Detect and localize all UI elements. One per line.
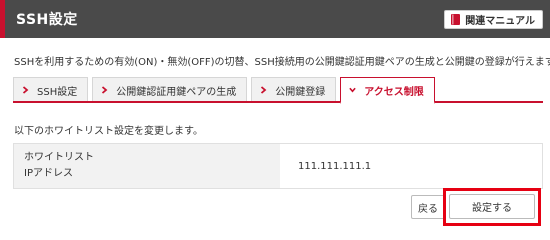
whitelist-label-line1: ホワイトリスト [24, 152, 94, 163]
whitelist-value-cell: 111.111.111.1 [280, 144, 542, 188]
page-header: SSH設定 関連マニュアル [0, 0, 550, 38]
back-button[interactable]: 戻る [411, 195, 445, 219]
tab-ssh-settings[interactable]: SSH設定 [13, 77, 89, 102]
tab-key-pair-generation[interactable]: 公開鍵認証用鍵ペアの生成 [92, 77, 248, 102]
tab-bar: SSH設定 公開鍵認証用鍵ペアの生成 公開鍵登録 アクセス制限 [13, 77, 439, 104]
tab-access-restriction[interactable]: アクセス制限 [340, 77, 435, 104]
page-title: SSH設定 [16, 12, 78, 28]
tab-underline [13, 101, 543, 103]
page-description: SSHを利用するための有効(ON)・無効(OFF)の切替、SSH接続用の公開鍵認… [14, 57, 550, 68]
whitelist-table: ホワイトリスト IPアドレス 111.111.111.1 [13, 143, 543, 189]
tab-label: 公開鍵登録 [275, 86, 326, 98]
chevron-right-icon [261, 86, 267, 94]
chevron-down-icon [349, 87, 356, 93]
whitelist-label-line2: IPアドレス [24, 168, 73, 179]
form-intro: 以下のホワイトリスト設定を変更します。 [14, 126, 203, 137]
submit-button[interactable]: 設定する [449, 194, 535, 219]
related-manual-button[interactable]: 関連マニュアル [444, 10, 543, 29]
related-manual-label: 関連マニュアル [465, 16, 535, 27]
book-icon [451, 14, 461, 25]
tab-label: SSH設定 [37, 86, 78, 98]
chevron-right-icon [102, 86, 108, 94]
tab-label: 公開鍵認証用鍵ペアの生成 [116, 86, 237, 98]
whitelist-ip-value: 111.111.111.1 [298, 160, 372, 172]
tab-public-key-registration[interactable]: 公開鍵登録 [251, 77, 337, 102]
tab-label: アクセス制限 [364, 86, 424, 98]
whitelist-label-cell: ホワイトリスト IPアドレス [14, 144, 280, 188]
chevron-right-icon [22, 86, 29, 94]
